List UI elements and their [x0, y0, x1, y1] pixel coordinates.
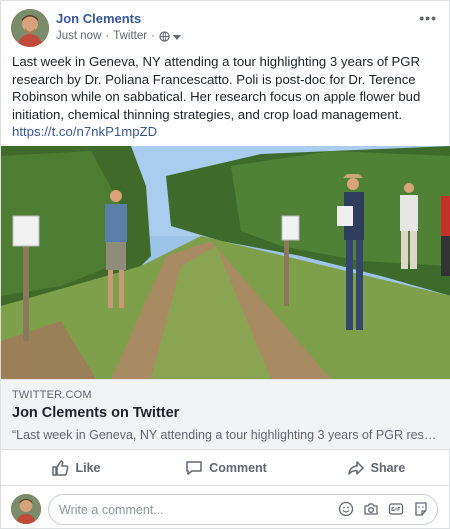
- post-link[interactable]: https://t.co/n7nkP1mpZD: [12, 124, 157, 139]
- post-meta: Just now · Twitter ·: [56, 30, 181, 42]
- author-name[interactable]: Jon Clements: [56, 11, 141, 26]
- preview-domain: TWITTER.COM: [12, 389, 92, 401]
- comment-input[interactable]: Write a comment...: [48, 494, 438, 525]
- meta-separator: ·: [105, 30, 110, 42]
- more-options-button[interactable]: •••: [419, 10, 437, 26]
- share-label: Share: [370, 460, 406, 475]
- comment-label: Comment: [209, 460, 267, 475]
- share-arrow-icon: [347, 460, 364, 475]
- meta-separator-2: ·: [151, 30, 155, 42]
- gif-icon[interactable]: [388, 501, 404, 517]
- emoji-icon[interactable]: [338, 501, 354, 517]
- link-preview[interactable]: TWITTER.COM Jon Clements on Twitter “Las…: [1, 379, 450, 450]
- avatar-image: [11, 494, 41, 524]
- author-avatar[interactable]: [11, 9, 49, 47]
- comment-button[interactable]: Comment: [151, 450, 301, 485]
- post-text: Last week in Geneva, NY attending a tour…: [12, 53, 440, 141]
- orchard-photo: [1, 146, 450, 379]
- like-label: Like: [75, 460, 101, 475]
- comment-placeholder: Write a comment...: [59, 503, 164, 517]
- chevron-down-icon[interactable]: [172, 32, 181, 40]
- preview-description: “Last week in Geneva, NY attending a tou…: [12, 428, 440, 442]
- like-button[interactable]: Like: [1, 450, 151, 485]
- camera-icon[interactable]: [363, 501, 379, 517]
- post-body: Last week in Geneva, NY attending a tour…: [12, 54, 421, 122]
- post-photo[interactable]: [1, 146, 450, 379]
- post-header: Jon Clements Just now · Twitter · •••: [1, 1, 449, 49]
- globe-icon[interactable]: [159, 30, 170, 42]
- thumbs-up-icon: [52, 459, 69, 476]
- commenter-avatar[interactable]: [11, 494, 41, 524]
- preview-title[interactable]: Jon Clements on Twitter: [12, 405, 179, 421]
- post-source: Twitter: [113, 30, 148, 42]
- post-actions: Like Comment Share: [1, 450, 450, 486]
- comment-tools: [338, 501, 429, 517]
- share-button[interactable]: Share: [301, 450, 450, 485]
- sticker-icon[interactable]: [413, 501, 429, 517]
- avatar-image: [11, 9, 49, 47]
- comment-composer: Write a comment...: [1, 487, 450, 529]
- post-card: Jon Clements Just now · Twitter · ••• La…: [0, 0, 450, 529]
- speech-bubble-icon: [186, 460, 202, 475]
- post-timestamp[interactable]: Just now: [56, 30, 101, 42]
